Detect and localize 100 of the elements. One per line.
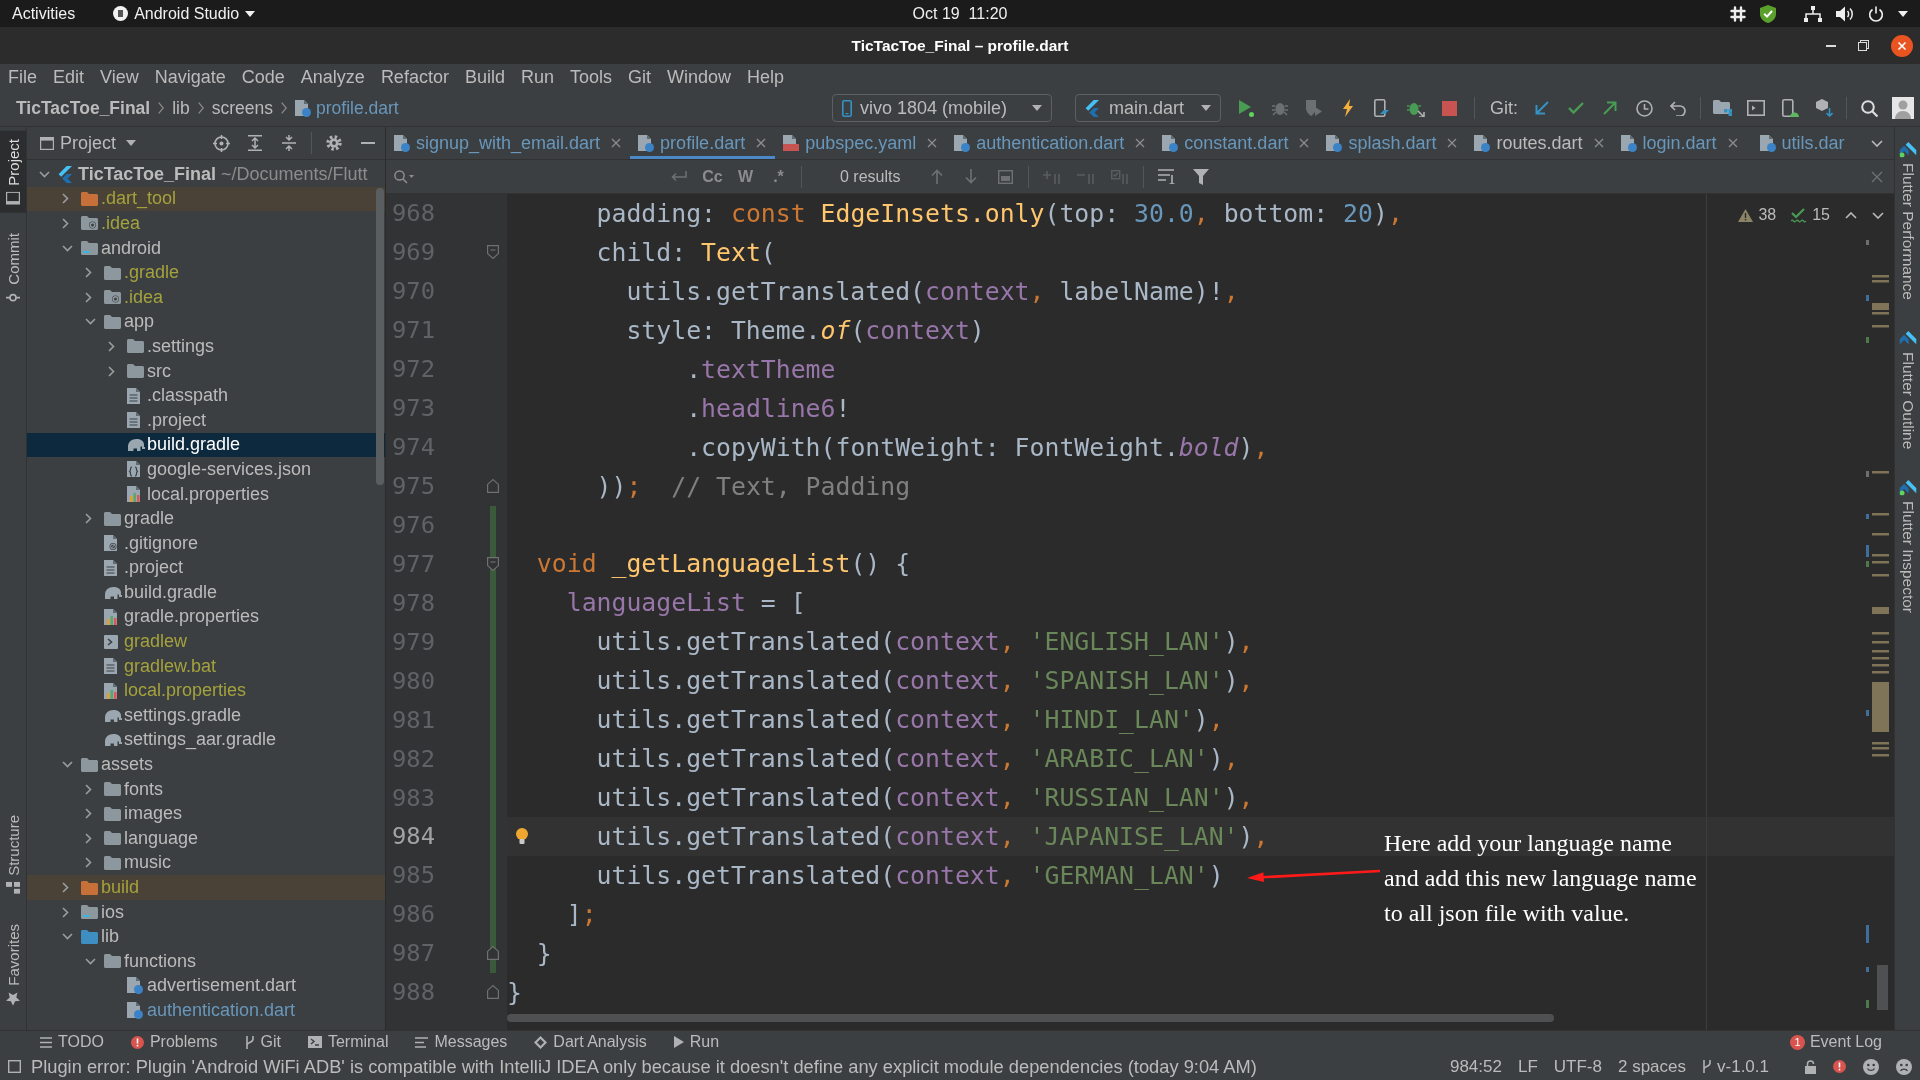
breadcrumb-item[interactable]: TicTacToe_Final	[16, 97, 151, 119]
tree-item[interactable]: functions	[124, 950, 197, 972]
clock-icon[interactable]	[1635, 99, 1653, 117]
search-option[interactable]: .*	[762, 164, 795, 189]
menu-item[interactable]: Refactor	[372, 66, 457, 88]
sad-icon[interactable]	[1896, 1058, 1912, 1075]
tree-item[interactable]: gradle.properties	[124, 606, 260, 628]
line-separator[interactable]: LF	[1517, 1056, 1538, 1077]
chevron-right-icon[interactable]	[85, 832, 92, 844]
tree-item[interactable]: local.properties	[124, 680, 247, 702]
crosshair-icon[interactable]	[212, 134, 230, 152]
tool-window-tab[interactable]: Commit	[0, 224, 26, 313]
chevron-right-icon[interactable]	[85, 513, 92, 525]
scrollbar-thumb[interactable]	[507, 1014, 1554, 1022]
tree-item[interactable]: fonts	[124, 778, 164, 800]
tool-window-tab[interactable]: Flutter Outline	[1898, 329, 1917, 450]
menu-item[interactable]: Git	[620, 66, 659, 88]
tree-item[interactable]: settings_aar.gradle	[124, 729, 277, 751]
caret-icon[interactable]	[245, 10, 256, 17]
chevron-right-icon[interactable]	[85, 808, 92, 820]
play-icon[interactable]	[1238, 99, 1254, 117]
tool-window-button[interactable]: Problems	[130, 1033, 218, 1051]
status-message[interactable]: Plugin error: Plugin 'Android WiFi ADB' is compatible with IntelliJ IDEA only because it doesn't define any explicit module dependencies (today 9:04 AM)	[31, 1055, 1257, 1078]
chevron-down-icon[interactable]	[85, 957, 96, 965]
chevron-right-icon[interactable]	[62, 906, 69, 918]
view-selector[interactable]: Project	[40, 132, 137, 154]
file-encoding[interactable]: UTF-8	[1553, 1056, 1602, 1077]
chevron-right-icon[interactable]	[85, 857, 92, 869]
shield-check-icon[interactable]	[1760, 4, 1776, 23]
fold-icon[interactable]	[487, 985, 499, 1000]
search-icon[interactable]	[1860, 99, 1878, 117]
tree-item[interactable]: ios	[101, 901, 124, 923]
avatar-icon[interactable]	[1892, 97, 1914, 119]
tool-window-button[interactable]: Dart Analysis	[534, 1033, 647, 1051]
fold-icon[interactable]	[487, 946, 499, 961]
select-all-icon[interactable]	[997, 169, 1013, 184]
arrow-up-right-icon[interactable]	[1603, 101, 1617, 115]
menu-item[interactable]: Tools	[561, 66, 620, 88]
lock-icon[interactable]	[1805, 1059, 1816, 1074]
filter-icon[interactable]	[1193, 168, 1210, 185]
expand-all-icon[interactable]	[248, 135, 262, 151]
tool-window-button[interactable]: Terminal	[307, 1033, 389, 1051]
tree-item[interactable]: src	[147, 360, 171, 382]
lightning-icon[interactable]	[1342, 99, 1354, 117]
search-icon[interactable]	[394, 169, 414, 184]
chevron-right-icon[interactable]	[85, 291, 92, 303]
tree-item[interactable]: google-services.json	[147, 458, 312, 480]
event-log-button[interactable]: 1 Event Log	[1789, 1033, 1882, 1051]
editor-tab[interactable]: pubspec.yaml	[775, 127, 947, 159]
tool-window-button[interactable]: Git	[244, 1033, 281, 1051]
maximize-icon[interactable]	[1858, 40, 1869, 51]
clock[interactable]: Oct 19 11:20	[912, 4, 1008, 23]
chevron-down-icon[interactable]	[62, 933, 73, 941]
typo-count[interactable]: 15	[1812, 206, 1830, 224]
run-config-selector[interactable]: main.dart	[1075, 94, 1221, 122]
terminal-window-icon[interactable]	[1747, 100, 1765, 116]
editor-tab[interactable]: authentication.dart	[946, 127, 1155, 159]
menu-item[interactable]: File	[0, 66, 45, 88]
device-selector[interactable]: vivo 1804 (mobile)	[832, 94, 1052, 122]
editor-tab[interactable]: utils.dar	[1746, 127, 1854, 159]
typo-check-icon[interactable]	[1791, 207, 1808, 223]
tool-window-button[interactable]: Messages	[415, 1033, 508, 1051]
tree-item[interactable]: android	[101, 237, 162, 259]
network-icon[interactable]	[1804, 5, 1822, 22]
menu-item[interactable]: View	[92, 66, 147, 88]
message-icon[interactable]	[8, 1060, 21, 1073]
minimize-icon[interactable]	[1826, 44, 1836, 47]
arrow-down-icon[interactable]	[965, 169, 978, 184]
tree-item[interactable]: app	[124, 311, 155, 333]
arrow-down-left-icon[interactable]	[1535, 101, 1549, 115]
editor-tab[interactable]: splash.dart	[1318, 127, 1467, 159]
tree-item[interactable]: assets	[101, 754, 154, 776]
chevron-up-icon[interactable]	[1845, 211, 1857, 219]
volume-icon[interactable]	[1836, 5, 1854, 22]
power-icon[interactable]	[1868, 5, 1884, 22]
tree-item[interactable]: advertisement.dart	[147, 975, 297, 997]
tree-item[interactable]: lib	[101, 926, 119, 948]
tree-item[interactable]: .dart_tool	[101, 188, 177, 210]
chevron-down-icon[interactable]	[39, 170, 50, 178]
chevron-down-icon[interactable]	[62, 761, 73, 769]
newline-icon[interactable]	[671, 170, 687, 183]
tree-item[interactable]: .gradle	[124, 262, 180, 284]
app-menu[interactable]: Android Studio	[113, 4, 256, 23]
tree-item[interactable]: .gitignore	[124, 532, 199, 554]
branch-widget[interactable]: v-1.0.1	[1702, 1056, 1769, 1077]
chevron-down-icon[interactable]	[85, 318, 96, 326]
tree-item[interactable]: settings.gradle	[124, 704, 242, 726]
toggle-selection-icon[interactable]	[1111, 169, 1130, 184]
menu-item[interactable]: Code	[233, 66, 293, 88]
settings-icon[interactable]	[326, 135, 342, 151]
scrollbar-thumb[interactable]	[1877, 965, 1888, 1010]
tree-item[interactable]: gradlew.bat	[124, 655, 217, 677]
tree-item[interactable]: images	[124, 803, 183, 825]
phone-badge-icon[interactable]	[1374, 99, 1390, 117]
check-icon[interactable]	[1568, 102, 1584, 114]
menu-item[interactable]: Help	[739, 66, 793, 88]
tree-item[interactable]: gradlew	[124, 631, 188, 653]
arrow-up-icon[interactable]	[931, 169, 944, 184]
scrollbar-thumb[interactable]	[376, 188, 384, 485]
package-download-icon[interactable]	[1815, 99, 1833, 117]
